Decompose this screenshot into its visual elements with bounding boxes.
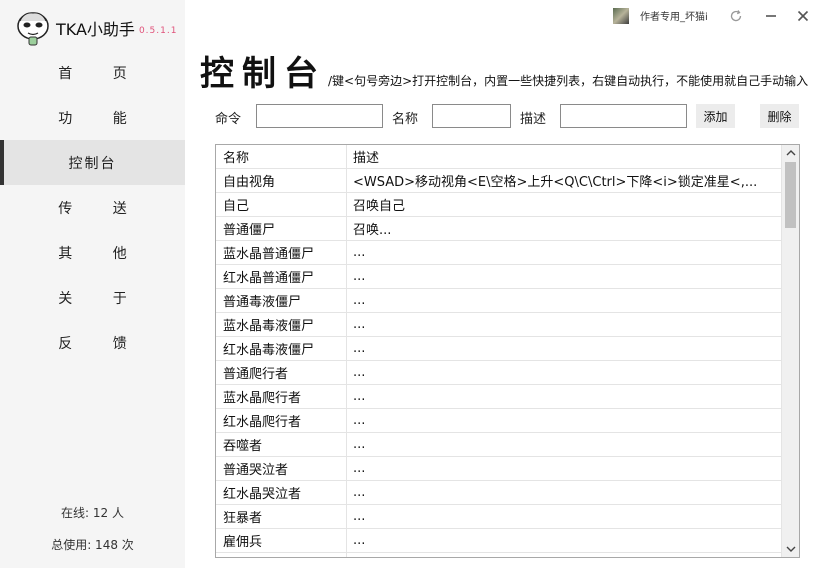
nav-item-features[interactable]: 功 能 — [0, 95, 185, 140]
cell-description: ... — [353, 413, 366, 428]
cell-description: ... — [353, 485, 366, 500]
cell-description: ... — [353, 437, 366, 452]
author-avatar — [613, 8, 629, 24]
table-row[interactable]: 红水晶哭泣者... — [216, 481, 781, 505]
nav-item-home[interactable]: 首 页 — [0, 50, 185, 95]
desc-input[interactable] — [560, 104, 687, 128]
header-name[interactable]: 名称 — [216, 145, 347, 168]
cell-name: 普通爬行者 — [216, 361, 347, 384]
close-button[interactable] — [792, 5, 814, 27]
cell-name: 蓝水晶毒液僵尸 — [216, 313, 347, 336]
name-label: 名称 — [392, 112, 419, 127]
cell-description: 召唤... — [353, 223, 392, 238]
nav-item-teleport[interactable]: 传 送 — [0, 185, 185, 230]
table-row[interactable]: 自己 召唤自己 — [216, 193, 781, 217]
app-version: 0.5.1.1 — [138, 26, 178, 36]
add-button[interactable]: 添加 — [696, 104, 735, 128]
scroll-down-button[interactable] — [782, 541, 799, 557]
page-description: /键<句号旁边>打开控制台，内置一些快捷列表，右键自动执行，不能使用就自己手动输… — [328, 74, 809, 88]
table-row[interactable]: 普通毒液僵尸... — [216, 289, 781, 313]
close-icon — [797, 10, 809, 22]
brand: TKA小助手 0.5.1.1 — [14, 8, 177, 48]
sidebar: TKA小助手 0.5.1.1 首 页 功 能 控制台 传 送 其 他 关 于 反… — [0, 0, 185, 568]
author-name: 作者专用_坏猫i — [640, 12, 708, 23]
cell-description: ... — [353, 461, 366, 476]
command-label: 命令 — [215, 112, 242, 127]
refresh-icon — [730, 10, 742, 22]
delete-button[interactable]: 删除 — [760, 104, 799, 128]
cell-name: 普通哭泣者 — [216, 457, 347, 480]
table-scrollbar[interactable] — [781, 145, 799, 557]
table-row[interactable]: 普通哭泣者... — [216, 457, 781, 481]
table-row[interactable]: 蓝水晶爬行者... — [216, 385, 781, 409]
scroll-up-button[interactable] — [782, 145, 799, 161]
table-row[interactable]: 蓝水晶普通僵尸... — [216, 241, 781, 265]
cell-description: <WSAD>移动视角<E\空格>上升<Q\C\Ctrl>下降<i>锁定准星<,.… — [353, 175, 758, 190]
table-row[interactable]: 蓝水晶毒液僵尸... — [216, 313, 781, 337]
cell-name: 红水晶普通僵尸 — [216, 265, 347, 288]
cell-name: 狂暴者 — [216, 505, 347, 528]
cell-description: ... — [353, 509, 366, 524]
cell-description: ... — [353, 245, 366, 260]
table-header-row: 名称 描述 — [216, 145, 781, 169]
cell-name: 自由视角 — [216, 169, 347, 192]
header-description[interactable]: 描述 — [347, 145, 781, 168]
nav-item-other[interactable]: 其 他 — [0, 230, 185, 275]
command-table[interactable]: 名称 描述 自由视角 <WSAD>移动视角<E\空格>上升<Q\C\Ctrl>下降… — [215, 144, 800, 558]
nav-item-feedback[interactable]: 反 馈 — [0, 320, 185, 365]
cell-description: ... — [353, 317, 366, 332]
cell-name: 蓝水晶爬行者 — [216, 385, 347, 408]
online-count: 在线: 12 人 — [61, 506, 124, 520]
cell-description — [347, 553, 781, 557]
cell-description: ... — [353, 269, 366, 284]
table-row[interactable]: 红水晶毒液僵尸... — [216, 337, 781, 361]
minimize-icon — [766, 15, 776, 17]
refresh-button[interactable] — [725, 5, 747, 27]
desc-label: 描述 — [520, 112, 547, 127]
table-row[interactable] — [216, 553, 781, 557]
cell-name: 普通毒液僵尸 — [216, 289, 347, 312]
nav-item-console[interactable]: 控制台 — [0, 140, 185, 185]
table-row[interactable]: 自由视角 <WSAD>移动视角<E\空格>上升<Q\C\Ctrl>下降<i>锁定准… — [216, 169, 781, 193]
table-row[interactable]: 雇佣兵... — [216, 529, 781, 553]
cell-name: 雇佣兵 — [216, 529, 347, 552]
table-row[interactable]: 普通僵尸 召唤... — [216, 217, 781, 241]
logo-icon — [17, 12, 49, 46]
table-row[interactable]: 普通爬行者... — [216, 361, 781, 385]
table-row[interactable]: 狂暴者... — [216, 505, 781, 529]
chevron-down-icon — [786, 546, 795, 552]
cell-description: ... — [353, 365, 366, 380]
total-usage: 总使用: 148 次 — [51, 538, 134, 552]
command-input[interactable] — [256, 104, 383, 128]
table-row[interactable]: 吞噬者... — [216, 433, 781, 457]
cell-name: 蓝水晶普通僵尸 — [216, 241, 347, 264]
cell-name: 吞噬者 — [216, 433, 347, 456]
cell-description: ... — [353, 341, 366, 356]
cell-name: 红水晶爬行者 — [216, 409, 347, 432]
cell-name: 普通僵尸 — [216, 217, 347, 240]
cell-description: ... — [353, 533, 366, 548]
chevron-up-icon — [786, 150, 795, 156]
cell-name: 红水晶哭泣者 — [216, 481, 347, 504]
cell-description: 召唤自己 — [353, 199, 406, 214]
cell-description: ... — [353, 293, 366, 308]
name-input[interactable] — [432, 104, 511, 128]
cell-name: 红水晶毒液僵尸 — [216, 337, 347, 360]
minimize-button[interactable] — [760, 5, 782, 27]
nav-item-about[interactable]: 关 于 — [0, 275, 185, 320]
cell-description: ... — [353, 389, 366, 404]
table-row[interactable]: 红水晶爬行者... — [216, 409, 781, 433]
titlebar: 作者专用_坏猫i — [185, 0, 822, 32]
app-name: TKA小助手 — [56, 20, 135, 39]
page-title: 控制台 — [200, 54, 326, 94]
scroll-thumb[interactable] — [785, 162, 796, 228]
nav-menu: 首 页 功 能 控制台 传 送 其 他 关 于 反 馈 — [0, 50, 185, 365]
table-row[interactable]: 红水晶普通僵尸... — [216, 265, 781, 289]
cell-name — [216, 553, 347, 557]
cell-name: 自己 — [216, 193, 347, 216]
